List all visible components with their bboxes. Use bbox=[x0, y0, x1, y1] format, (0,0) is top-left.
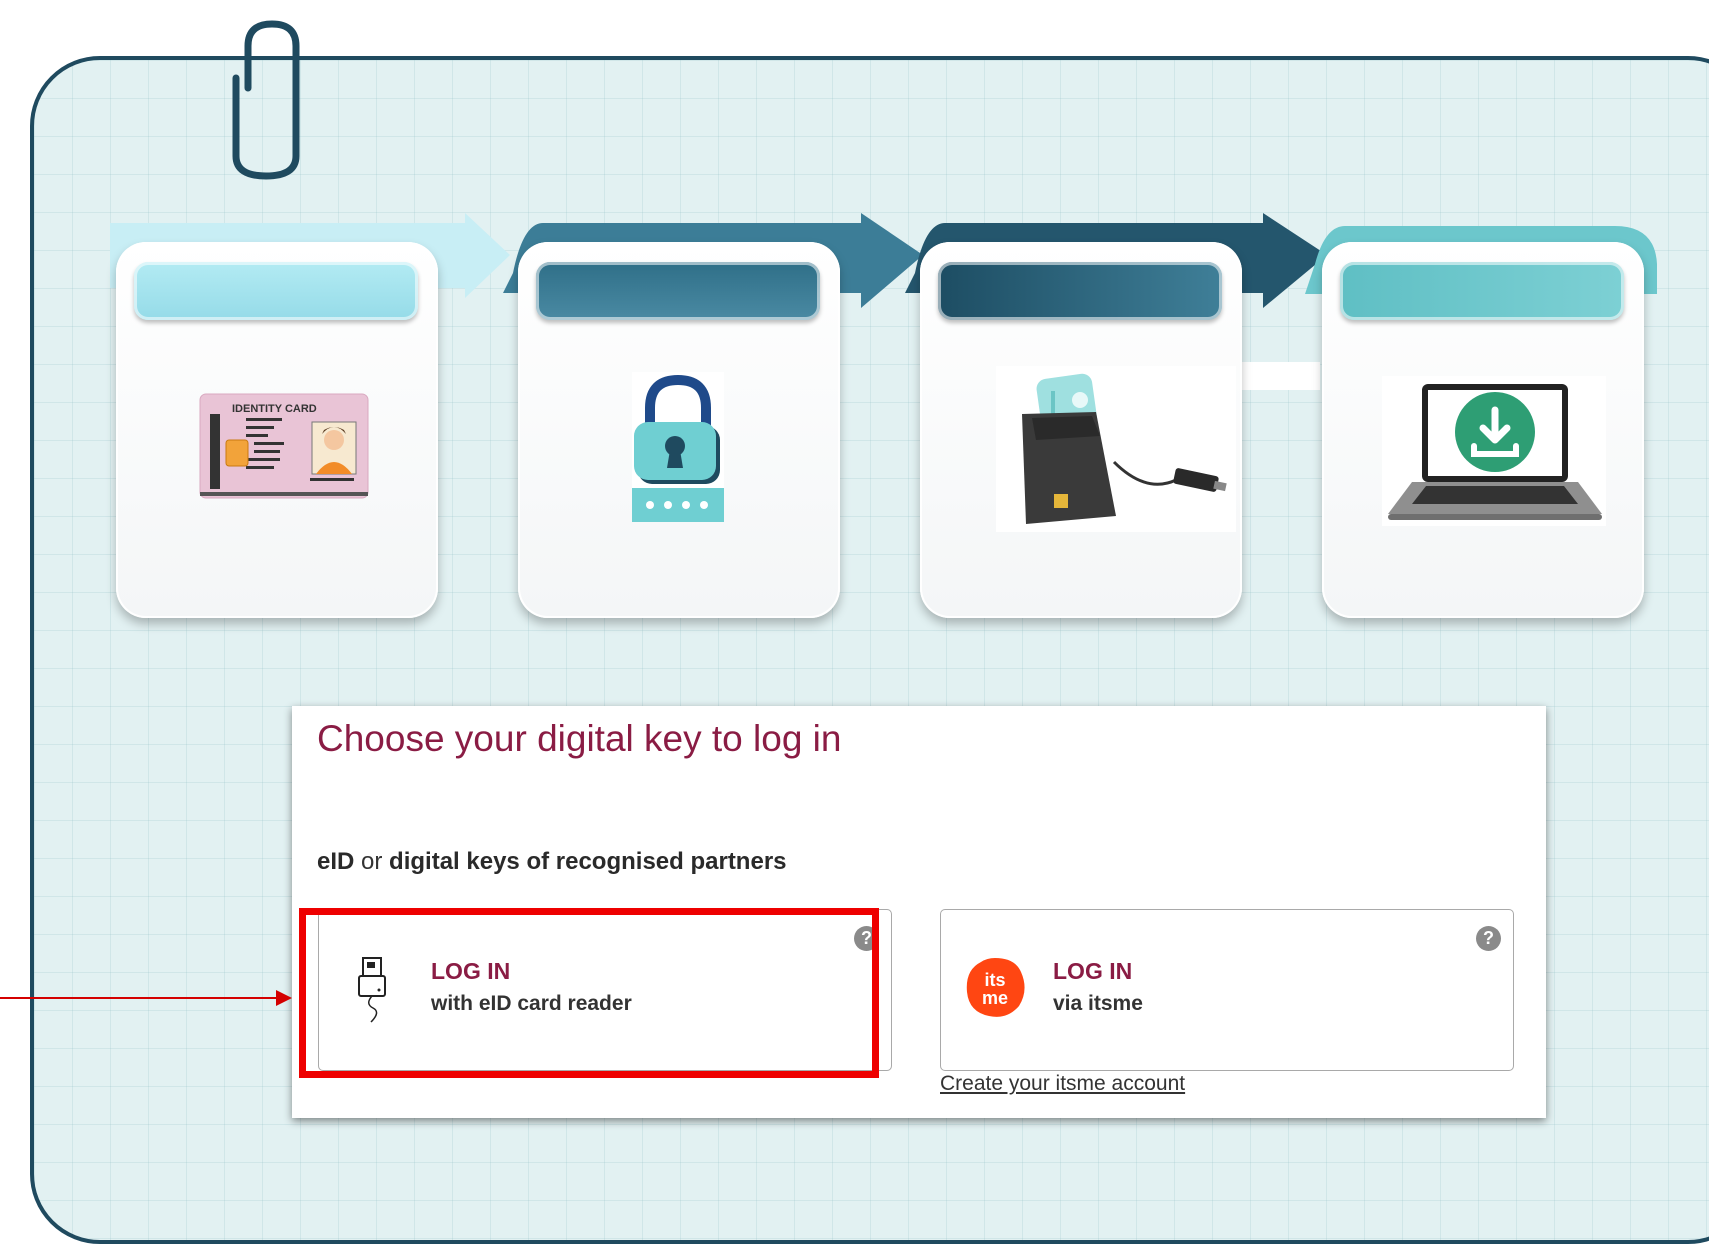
paperclip-icon bbox=[232, 20, 300, 180]
step-tab-2 bbox=[536, 262, 820, 320]
login-subtitle: eID or digital keys of recognised partne… bbox=[317, 848, 787, 876]
svg-text:its: its bbox=[984, 970, 1005, 990]
step-tab-1 bbox=[134, 262, 418, 320]
itsme-login-button[interactable]: its me LOG IN via itsme ? bbox=[940, 909, 1514, 1071]
step-card-4 bbox=[1322, 242, 1644, 618]
step-card-2 bbox=[518, 242, 840, 618]
step-card-1: IDENTITY CARD bbox=[116, 242, 438, 618]
padlock-pin-icon bbox=[632, 372, 724, 522]
step-tab-3 bbox=[938, 262, 1222, 320]
subtitle-eid: eID bbox=[317, 848, 355, 875]
step-tab-4 bbox=[1340, 262, 1624, 320]
card-text: IDENTITY CARD bbox=[232, 403, 317, 415]
step-card-3 bbox=[920, 242, 1242, 618]
itsme-help-icon[interactable]: ? bbox=[1476, 926, 1501, 951]
subtitle-or: or bbox=[354, 848, 390, 875]
identity-card-icon: IDENTITY CARD bbox=[199, 393, 369, 499]
connector-bar bbox=[1240, 362, 1320, 390]
card-reader-icon bbox=[996, 366, 1236, 532]
itsme-login-subtitle: via itsme bbox=[1053, 992, 1143, 1015]
itsme-logo: its me bbox=[966, 958, 1025, 1017]
create-itsme-account-link[interactable]: Create your itsme account bbox=[940, 1072, 1185, 1096]
laptop-download-icon bbox=[1382, 376, 1606, 526]
itsme-login-title: LOG IN bbox=[1053, 958, 1133, 984]
highlight-box bbox=[299, 908, 879, 1078]
pointer-arrow bbox=[0, 990, 292, 1006]
subtitle-partners: digital keys of recognised partners bbox=[389, 848, 787, 875]
login-title: Choose your digital key to log in bbox=[317, 718, 842, 759]
svg-text:me: me bbox=[982, 988, 1008, 1008]
